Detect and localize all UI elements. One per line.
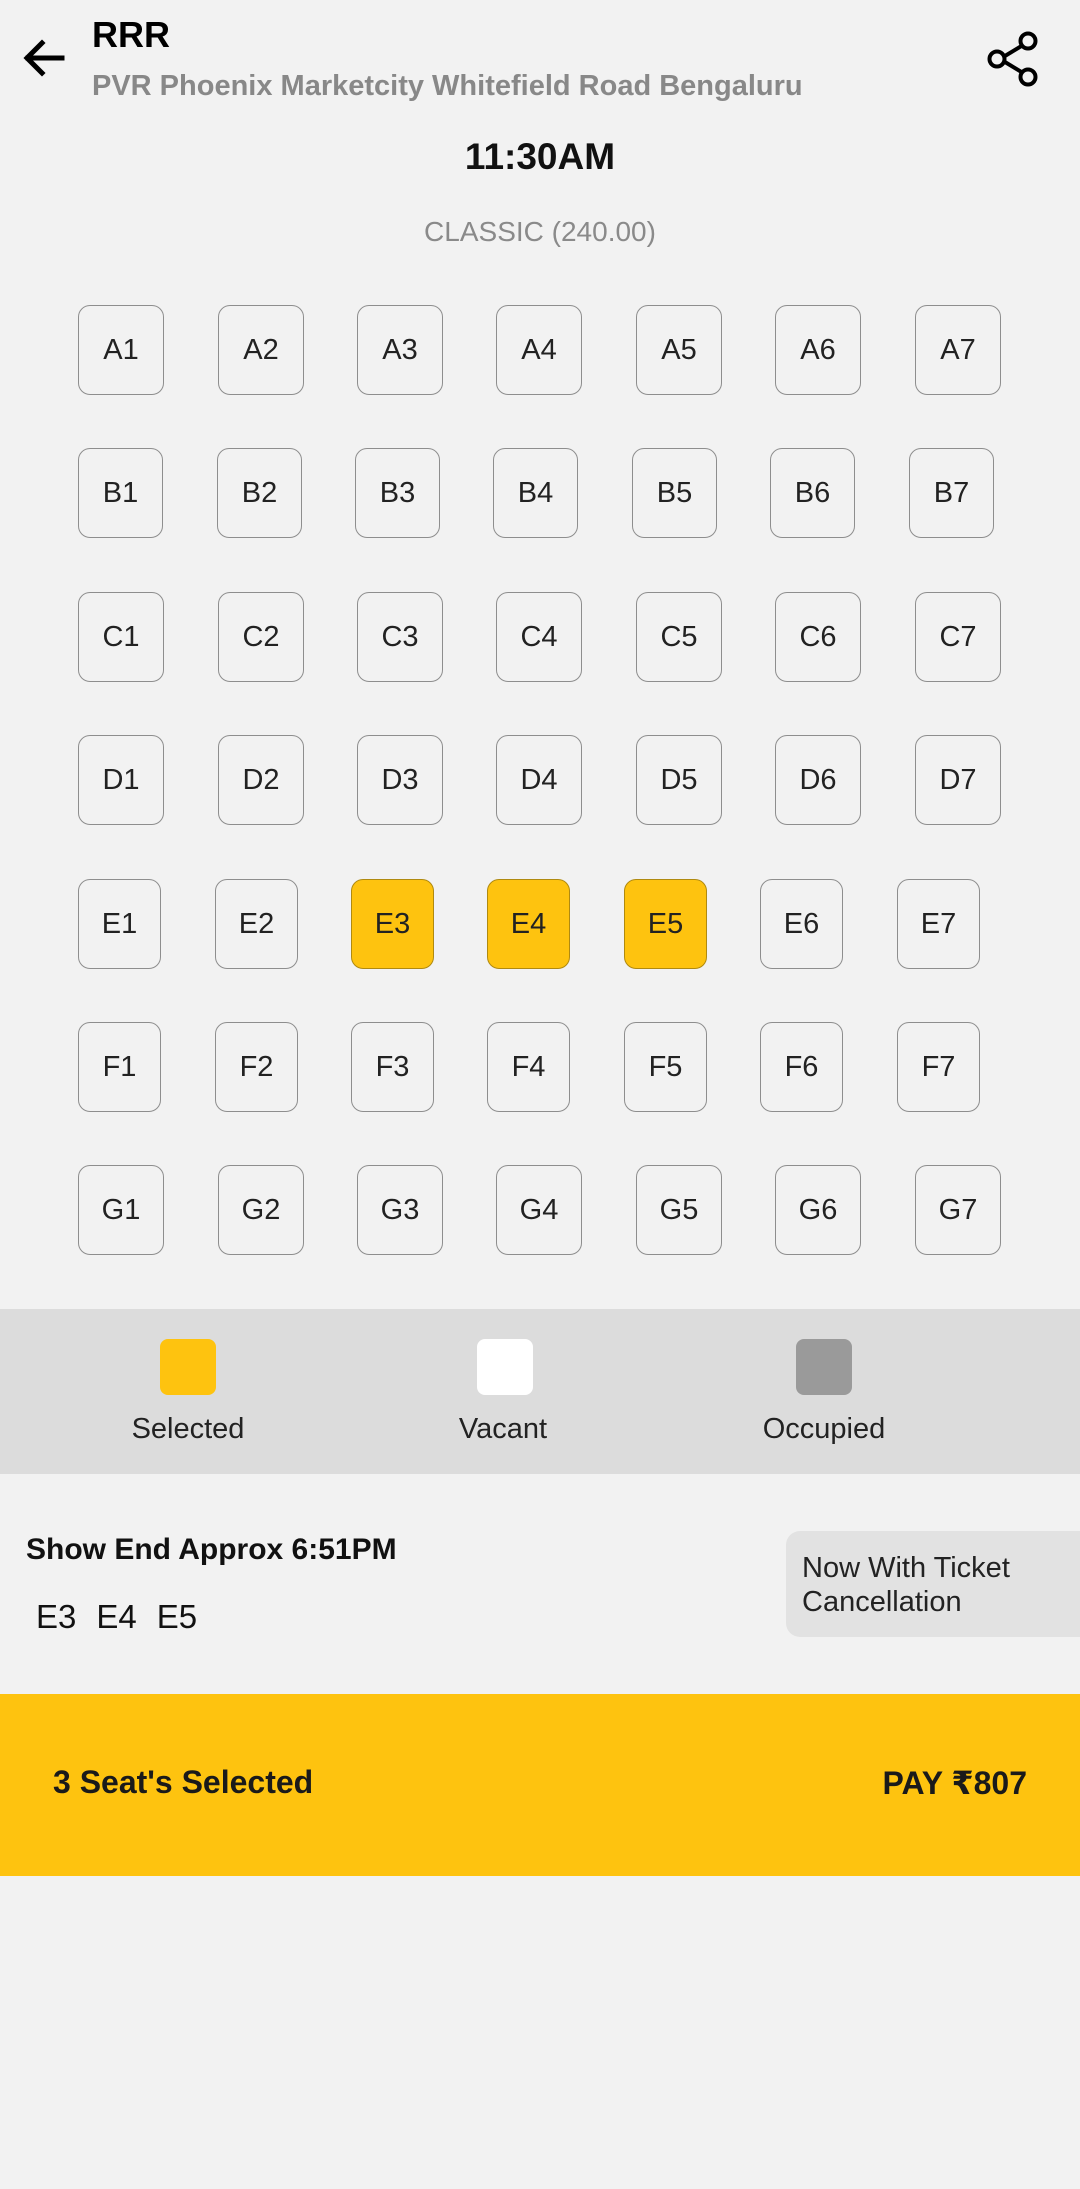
seat-c3[interactable]: C3 xyxy=(357,592,443,682)
seat-c4[interactable]: C4 xyxy=(496,592,582,682)
seat-b4[interactable]: B4 xyxy=(493,448,578,538)
seat-e3[interactable]: E3 xyxy=(351,879,434,969)
seat-e7[interactable]: E7 xyxy=(897,879,980,969)
seat-a1[interactable]: A1 xyxy=(78,305,164,395)
legend-vacant: Vacant xyxy=(373,1309,633,1474)
pay-button[interactable]: PAY ₹807 xyxy=(883,1764,1027,1802)
showtime: 11:30AM xyxy=(464,136,616,177)
seat-b6[interactable]: B6 xyxy=(770,448,855,538)
selected-seats-list: E3 E4 E5 xyxy=(36,1598,197,1636)
seat-g6[interactable]: G6 xyxy=(775,1165,861,1255)
movie-title: RRR xyxy=(92,14,170,55)
seat-d3[interactable]: D3 xyxy=(357,735,443,825)
seat-f1[interactable]: F1 xyxy=(78,1022,161,1112)
seat-g4[interactable]: G4 xyxy=(496,1165,582,1255)
seat-d7[interactable]: D7 xyxy=(915,735,1001,825)
seat-a7[interactable]: A7 xyxy=(915,305,1001,395)
seat-a6[interactable]: A6 xyxy=(775,305,861,395)
seat-e1[interactable]: E1 xyxy=(78,879,161,969)
seat-d5[interactable]: D5 xyxy=(636,735,722,825)
seat-a5[interactable]: A5 xyxy=(636,305,722,395)
header: RRR PVR Phoenix Marketcity Whitefield Ro… xyxy=(0,0,1080,120)
seat-d2[interactable]: D2 xyxy=(218,735,304,825)
legend-label: Occupied xyxy=(762,1413,886,1445)
seat-g1[interactable]: G1 xyxy=(78,1165,164,1255)
selected-seat-label: E5 xyxy=(156,1598,198,1635)
seat-g7[interactable]: G7 xyxy=(915,1165,1001,1255)
back-button[interactable] xyxy=(14,28,74,88)
seat-b7[interactable]: B7 xyxy=(909,448,994,538)
show-end-time: Show End Approx 6:51PM xyxy=(26,1533,397,1566)
seat-e6[interactable]: E6 xyxy=(760,879,843,969)
legend-swatch xyxy=(160,1339,216,1395)
seat-e5[interactable]: E5 xyxy=(624,879,707,969)
seat-c5[interactable]: C5 xyxy=(636,592,722,682)
seat-e4[interactable]: E4 xyxy=(487,879,570,969)
legend-swatch xyxy=(477,1339,533,1395)
seat-g3[interactable]: G3 xyxy=(357,1165,443,1255)
seat-d4[interactable]: D4 xyxy=(496,735,582,825)
seat-e2[interactable]: E2 xyxy=(215,879,298,969)
seat-b3[interactable]: B3 xyxy=(355,448,440,538)
seat-legend: Selected Vacant Occupied xyxy=(0,1309,1080,1474)
seat-d1[interactable]: D1 xyxy=(78,735,164,825)
selected-seat-label: E3 xyxy=(36,1598,77,1635)
ticket-cancellation-badge[interactable]: Now With Ticket Cancellation xyxy=(786,1531,1080,1637)
pay-bar[interactable]: 3 Seat's Selected PAY ₹807 xyxy=(0,1694,1080,1876)
selected-seat-label: E4 xyxy=(96,1598,137,1635)
venue-name: PVR Phoenix Marketcity Whitefield Road B… xyxy=(92,70,803,102)
seat-a3[interactable]: A3 xyxy=(357,305,443,395)
seat-f5[interactable]: F5 xyxy=(624,1022,707,1112)
seat-c6[interactable]: C6 xyxy=(775,592,861,682)
seat-f6[interactable]: F6 xyxy=(760,1022,843,1112)
seat-c2[interactable]: C2 xyxy=(218,592,304,682)
seat-f3[interactable]: F3 xyxy=(351,1022,434,1112)
seat-f4[interactable]: F4 xyxy=(487,1022,570,1112)
seat-f7[interactable]: F7 xyxy=(897,1022,980,1112)
seat-f2[interactable]: F2 xyxy=(215,1022,298,1112)
seat-a2[interactable]: A2 xyxy=(218,305,304,395)
seat-c1[interactable]: C1 xyxy=(78,592,164,682)
legend-selected: Selected xyxy=(58,1309,318,1474)
seat-b1[interactable]: B1 xyxy=(78,448,163,538)
seat-category: CLASSIC (240.00) xyxy=(424,216,656,247)
legend-swatch xyxy=(796,1339,852,1395)
seat-g2[interactable]: G2 xyxy=(218,1165,304,1255)
legend-label: Selected xyxy=(131,1413,245,1445)
legend-occupied: Occupied xyxy=(694,1309,954,1474)
seat-b2[interactable]: B2 xyxy=(217,448,302,538)
seat-d6[interactable]: D6 xyxy=(775,735,861,825)
seat-a4[interactable]: A4 xyxy=(496,305,582,395)
seats-selected-count: 3 Seat's Selected xyxy=(53,1764,314,1800)
share-icon xyxy=(987,31,1038,87)
seat-b5[interactable]: B5 xyxy=(632,448,717,538)
seat-c7[interactable]: C7 xyxy=(915,592,1001,682)
arrow-left-icon xyxy=(23,39,65,77)
legend-label: Vacant xyxy=(458,1413,548,1445)
seat-g5[interactable]: G5 xyxy=(636,1165,722,1255)
seat-grid: A1 A2 A3 A4 A5 A6 A7 B1 B2 B3 B4 B5 B6 B7 C1 C2 C3 C4 C5 C6… xyxy=(0,0,1080,1300)
share-button[interactable] xyxy=(978,26,1048,92)
